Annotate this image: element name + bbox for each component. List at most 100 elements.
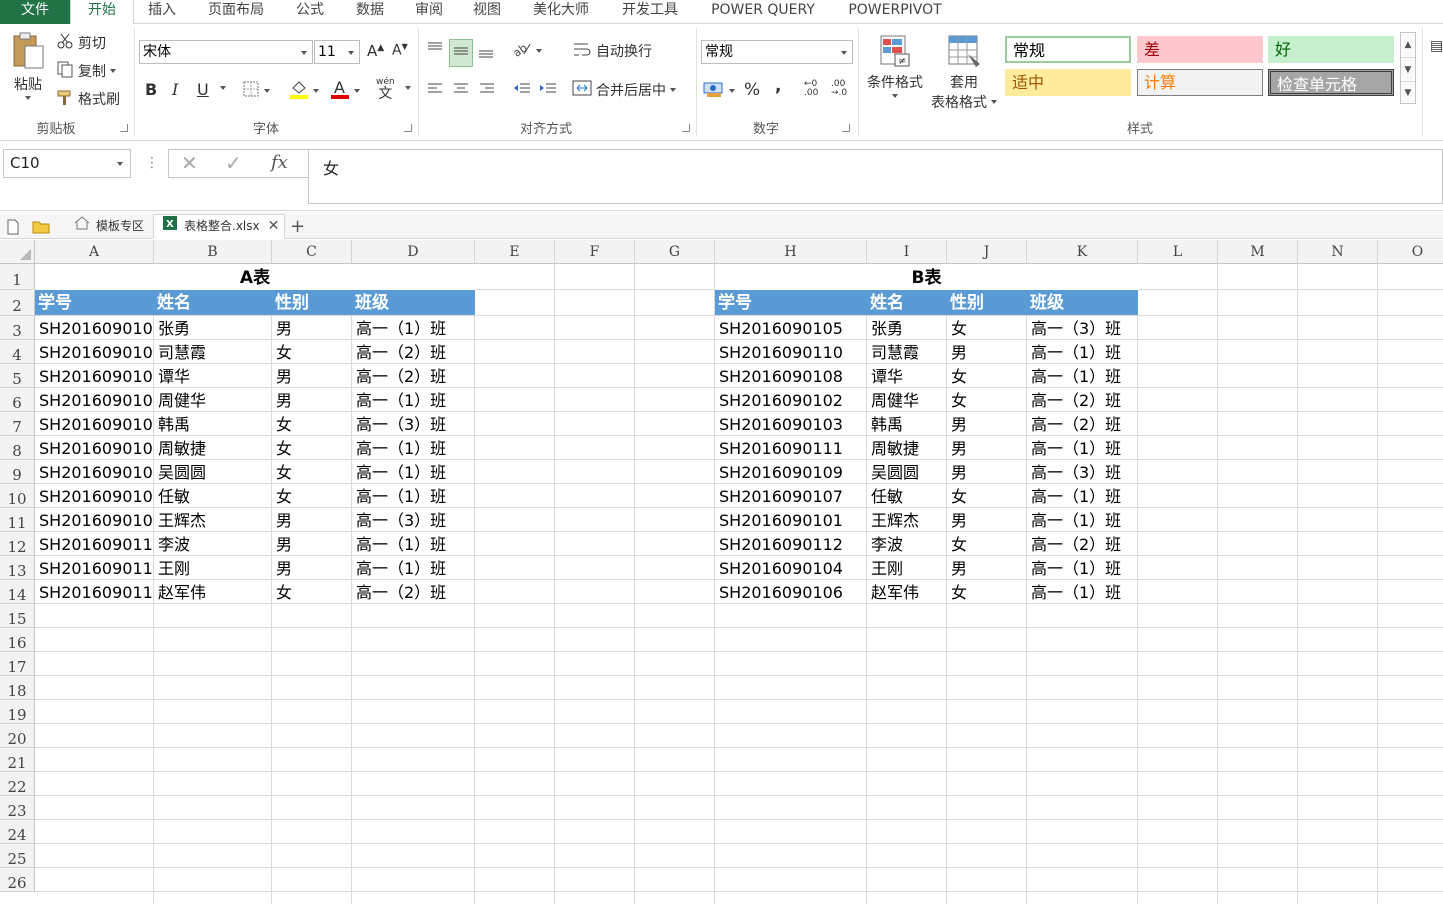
table_a-cell[interactable]: 韩禹 (154, 412, 271, 435)
table_a-cell[interactable]: 任敏 (154, 484, 271, 507)
copy-button[interactable]: 复制 (56, 60, 116, 82)
table_a-cell[interactable]: SH2016090109 (35, 508, 153, 531)
row-header-20[interactable]: 20 (0, 724, 35, 748)
menu-file[interactable]: 文件 (0, 0, 70, 24)
table_a-cell[interactable]: SH2016090108 (35, 484, 153, 507)
row-header-16[interactable]: 16 (0, 628, 35, 652)
table_a-cell[interactable]: 男 (272, 316, 351, 339)
row-header-24[interactable]: 24 (0, 820, 35, 844)
table_a-cell[interactable]: 高一（1）班 (352, 436, 474, 459)
currency-button[interactable] (703, 80, 735, 102)
table_b-cell[interactable]: SH2016090108 (715, 364, 866, 387)
row-header-3[interactable]: 3 (0, 316, 35, 340)
row-header-14[interactable]: 14 (0, 580, 35, 604)
row-header-12[interactable]: 12 (0, 532, 35, 556)
align-left-button[interactable] (426, 80, 444, 102)
table_a-cell[interactable]: 王刚 (154, 556, 271, 579)
italic-button[interactable]: I (172, 80, 178, 99)
alignment-launcher-icon[interactable] (682, 124, 690, 132)
cancel-icon[interactable]: ✕ (181, 151, 198, 175)
table_a-cell[interactable]: 高一（1）班 (352, 556, 474, 579)
table_a-cell[interactable]: 周敏捷 (154, 436, 271, 459)
table_b-cell[interactable]: 高一（1）班 (1027, 556, 1137, 579)
menu-tab-data[interactable]: 数据 (352, 0, 388, 24)
table_a-cell[interactable]: SH2016090112 (35, 580, 153, 603)
table_b-cell[interactable]: SH2016090102 (715, 388, 866, 411)
table_a-cell[interactable]: 高一（3）班 (352, 508, 474, 531)
table_a-cell[interactable]: 男 (272, 532, 351, 555)
gallery-more-icon[interactable]: ▼ (1401, 81, 1415, 103)
gallery-up-icon[interactable]: ▲ (1401, 33, 1415, 57)
menu-tab-powerpivot[interactable]: POWERPIVOT (843, 0, 947, 24)
menu-tab-view[interactable]: 视图 (469, 0, 505, 24)
decrease-decimal-button[interactable]: .00 →.0 (831, 80, 847, 98)
table_b-cell[interactable]: 高一（1）班 (1027, 364, 1137, 387)
font-name-select[interactable]: 宋体 (139, 40, 313, 64)
table_b-cell[interactable]: 男 (947, 460, 1026, 483)
table_a-cell[interactable]: 高一（1）班 (352, 484, 474, 507)
wrap-text-button[interactable]: 自动换行 (572, 40, 652, 62)
table_a-cell[interactable]: 周健华 (154, 388, 271, 411)
table_b-cell[interactable]: 周健华 (867, 388, 946, 411)
table_b-cell[interactable]: 王刚 (867, 556, 946, 579)
row-header-21[interactable]: 21 (0, 748, 35, 772)
folder-icon[interactable] (32, 214, 50, 239)
table_b-cell[interactable]: SH2016090105 (715, 316, 866, 339)
table_a-cell[interactable]: 女 (272, 412, 351, 435)
table_a-cell[interactable]: SH2016090101 (35, 316, 153, 339)
row-header-25[interactable]: 25 (0, 844, 35, 868)
row-header-11[interactable]: 11 (0, 508, 35, 532)
bold-button[interactable]: B (145, 80, 157, 99)
table_b-cell[interactable]: 高一（1）班 (1027, 340, 1137, 363)
increase-indent-button[interactable] (538, 80, 558, 102)
cell-style-4[interactable]: 计算 (1137, 69, 1263, 96)
conditional-format-button[interactable]: ≠ 条件格式 (864, 34, 926, 98)
row-header-1[interactable]: 1 (0, 264, 35, 290)
table_a-cell[interactable]: 高一（1）班 (352, 460, 474, 483)
name-box[interactable]: C10 (3, 149, 131, 178)
row-header-18[interactable]: 18 (0, 676, 35, 700)
paste-button[interactable]: 粘贴 (8, 30, 48, 100)
increase-decimal-button[interactable]: ←0.00 (804, 80, 818, 98)
table_a-cell[interactable]: SH2016090111 (35, 556, 153, 579)
row-header-8[interactable]: 8 (0, 436, 35, 460)
column-header-d[interactable]: D (352, 240, 475, 264)
column-header-i[interactable]: I (867, 240, 947, 264)
table_a-cell[interactable]: SH2016090103 (35, 364, 153, 387)
table_a-cell[interactable]: 高一（2）班 (352, 364, 474, 387)
table_b-cell[interactable]: 男 (947, 436, 1026, 459)
row-header-7[interactable]: 7 (0, 412, 35, 436)
confirm-icon[interactable]: ✓ (225, 151, 242, 175)
table_b-cell[interactable]: 女 (947, 532, 1026, 555)
formula-bar-dots-icon[interactable]: ⋮ (145, 155, 159, 171)
row-header-22[interactable]: 22 (0, 772, 35, 796)
column-header-g[interactable]: G (635, 240, 715, 264)
new-tab-icon[interactable]: + (290, 214, 305, 239)
table_a-cell[interactable]: 男 (272, 364, 351, 387)
cut-button[interactable]: 剪切 (56, 32, 106, 54)
table_b-cell[interactable]: 李波 (867, 532, 946, 555)
table_b-cell[interactable]: SH2016090110 (715, 340, 866, 363)
close-tab-icon[interactable]: ✕ (268, 215, 280, 238)
table_b-cell[interactable]: 张勇 (867, 316, 946, 339)
table_b-header-cell[interactable]: 性别 (947, 290, 1027, 315)
table_b-cell[interactable]: 高一（2）班 (1027, 532, 1137, 555)
merge-center-button[interactable]: 合并后居中 (572, 79, 676, 101)
table_b-cell[interactable]: SH2016090103 (715, 412, 866, 435)
table_a-header-cell[interactable]: 姓名 (154, 290, 272, 315)
table_b-cell[interactable]: 女 (947, 580, 1026, 603)
table_a-cell[interactable]: 高一（1）班 (352, 316, 474, 339)
table_b-cell[interactable]: 高一（2）班 (1027, 412, 1137, 435)
table_a-header-cell[interactable]: 性别 (272, 290, 352, 315)
table_b-cell[interactable]: 男 (947, 340, 1026, 363)
copy-dropdown-icon[interactable] (110, 69, 116, 73)
table_b-cell[interactable]: SH2016090107 (715, 484, 866, 507)
row-header-9[interactable]: 9 (0, 460, 35, 484)
table_a-cell[interactable]: 吴圆圆 (154, 460, 271, 483)
comma-button[interactable]: , (775, 76, 781, 96)
menu-tab-formulas[interactable]: 公式 (292, 0, 328, 24)
table_a-cell[interactable]: SH2016090107 (35, 460, 153, 483)
align-top-button[interactable] (426, 40, 444, 62)
underline-button[interactable]: U (197, 80, 209, 99)
border-button[interactable] (242, 80, 270, 102)
